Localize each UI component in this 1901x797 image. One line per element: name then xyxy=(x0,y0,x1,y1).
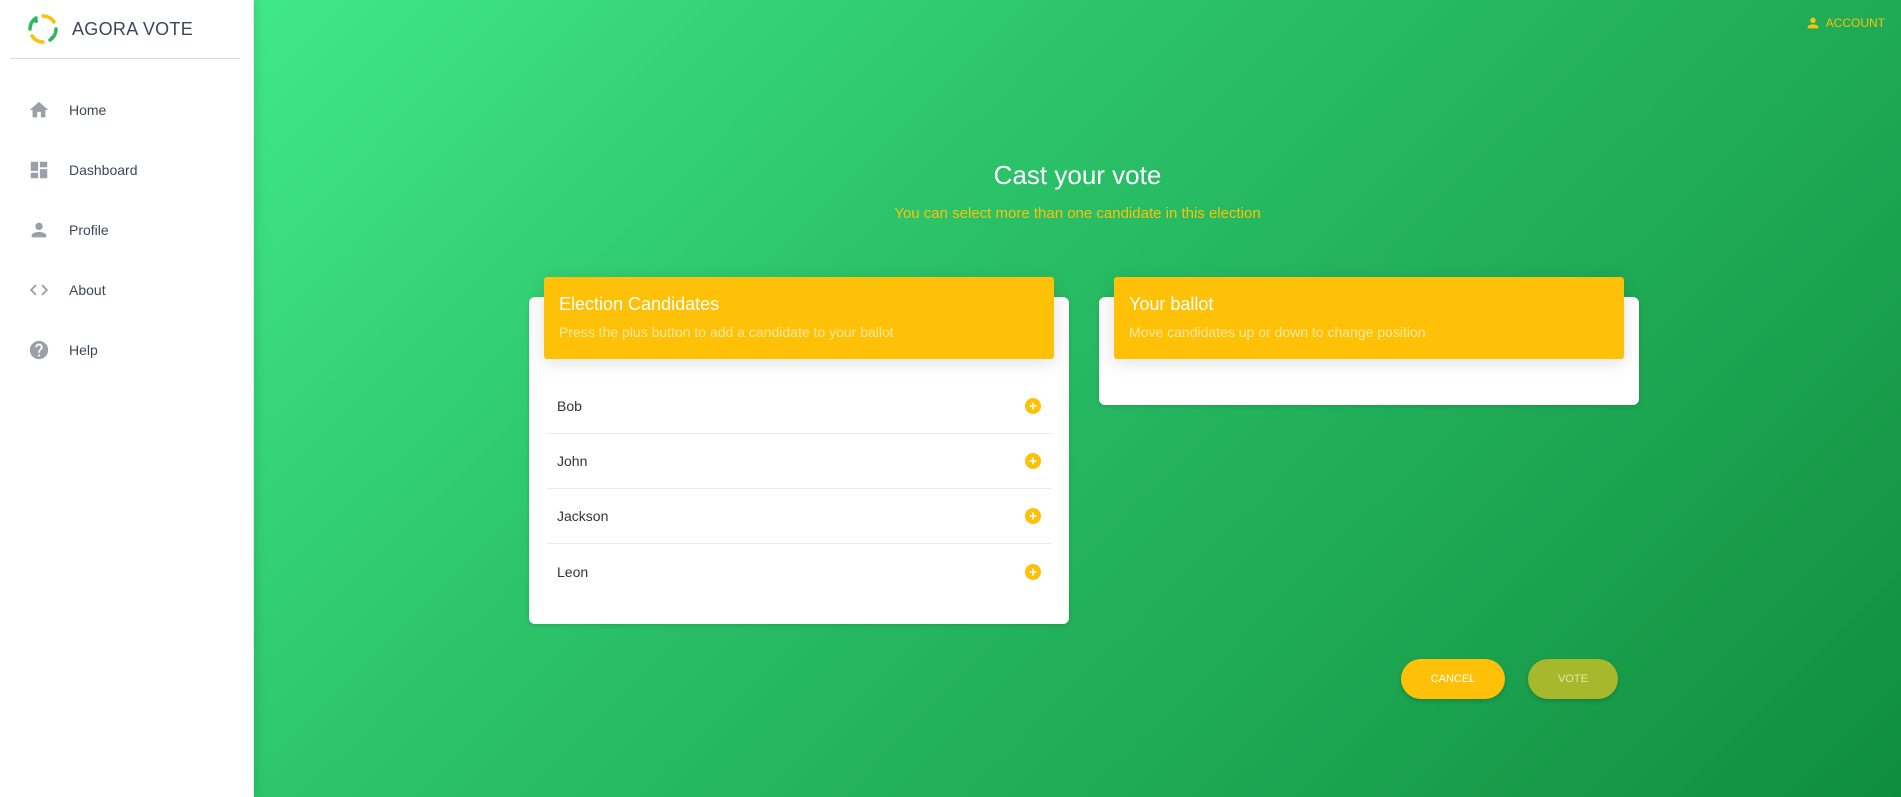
plus-icon xyxy=(1029,457,1037,465)
candidate-row: John xyxy=(547,434,1051,489)
app-name: AGORA VOTE xyxy=(72,18,194,39)
brand[interactable]: AGORA VOTE xyxy=(10,0,240,59)
sidebar-nav: Home Dashboard Profile About Help xyxy=(0,80,254,380)
plus-icon xyxy=(1029,512,1037,520)
sidebar-item-dashboard[interactable]: Dashboard xyxy=(0,140,254,200)
sidebar-item-label: Dashboard xyxy=(69,162,138,178)
add-candidate-button[interactable] xyxy=(1025,563,1041,580)
account-icon xyxy=(1807,17,1818,29)
candidate-row: Leon xyxy=(547,544,1051,599)
sidebar-item-profile[interactable]: Profile xyxy=(0,200,254,260)
plus-icon xyxy=(1029,402,1037,410)
candidate-row: Bob xyxy=(547,379,1051,434)
candidate-list: Bob John Jackson Leon xyxy=(547,379,1051,599)
ballot-card: Your ballot Move candidates up or down t… xyxy=(1099,277,1639,405)
vote-button[interactable]: VOTE xyxy=(1528,659,1618,699)
add-candidate-button[interactable] xyxy=(1025,398,1041,414)
sidebar-item-label: Help xyxy=(69,342,98,358)
sidebar-item-label: Home xyxy=(69,102,107,118)
add-candidate-button[interactable] xyxy=(1025,508,1041,524)
candidate-row: Jackson xyxy=(547,489,1051,544)
candidate-name: Jackson xyxy=(557,508,609,524)
page-title: Cast your vote xyxy=(993,160,1162,190)
ballot-card-title: Your ballot xyxy=(1129,294,1214,314)
candidate-name: Bob xyxy=(557,398,582,414)
home-icon xyxy=(28,99,50,121)
candidates-card: Election Candidates Press the plus butto… xyxy=(529,277,1069,624)
candidate-name: John xyxy=(557,453,588,469)
person-icon xyxy=(28,219,50,241)
cancel-button[interactable]: CANCEL xyxy=(1401,659,1505,699)
sidebar-item-home[interactable]: Home xyxy=(0,80,254,140)
main-content: ACCOUNT Cast your vote You can select mo… xyxy=(254,0,1901,797)
candidate-name: Leon xyxy=(557,563,589,580)
agora-logo-icon xyxy=(28,14,58,44)
add-candidate-button[interactable] xyxy=(1025,453,1041,469)
ballot-card-subtitle: Move candidates up or down to change pos… xyxy=(1129,324,1426,340)
candidates-card-subtitle: Press the plus button to add a candidate… xyxy=(559,324,894,340)
sidebar-item-label: Profile xyxy=(69,222,109,238)
sidebar-item-about[interactable]: About xyxy=(0,260,254,320)
sidebar-item-label: About xyxy=(69,282,106,298)
dashboard-icon xyxy=(28,159,50,181)
sidebar: AGORA VOTE Home Dashboard Profile About xyxy=(0,0,254,797)
page-subtitle: You can select more than one candidate i… xyxy=(894,205,1261,222)
account-label: ACCOUNT xyxy=(1825,16,1885,30)
help-icon xyxy=(28,339,50,361)
sidebar-item-help[interactable]: Help xyxy=(0,320,254,380)
plus-icon xyxy=(1029,568,1037,575)
code-icon xyxy=(28,279,50,301)
account-button[interactable]: ACCOUNT xyxy=(1805,15,1885,31)
ballot-card-header: Your ballot Move candidates up or down t… xyxy=(1114,277,1624,359)
candidates-card-title: Election Candidates xyxy=(559,294,720,314)
candidates-card-header: Election Candidates Press the plus butto… xyxy=(544,277,1054,359)
